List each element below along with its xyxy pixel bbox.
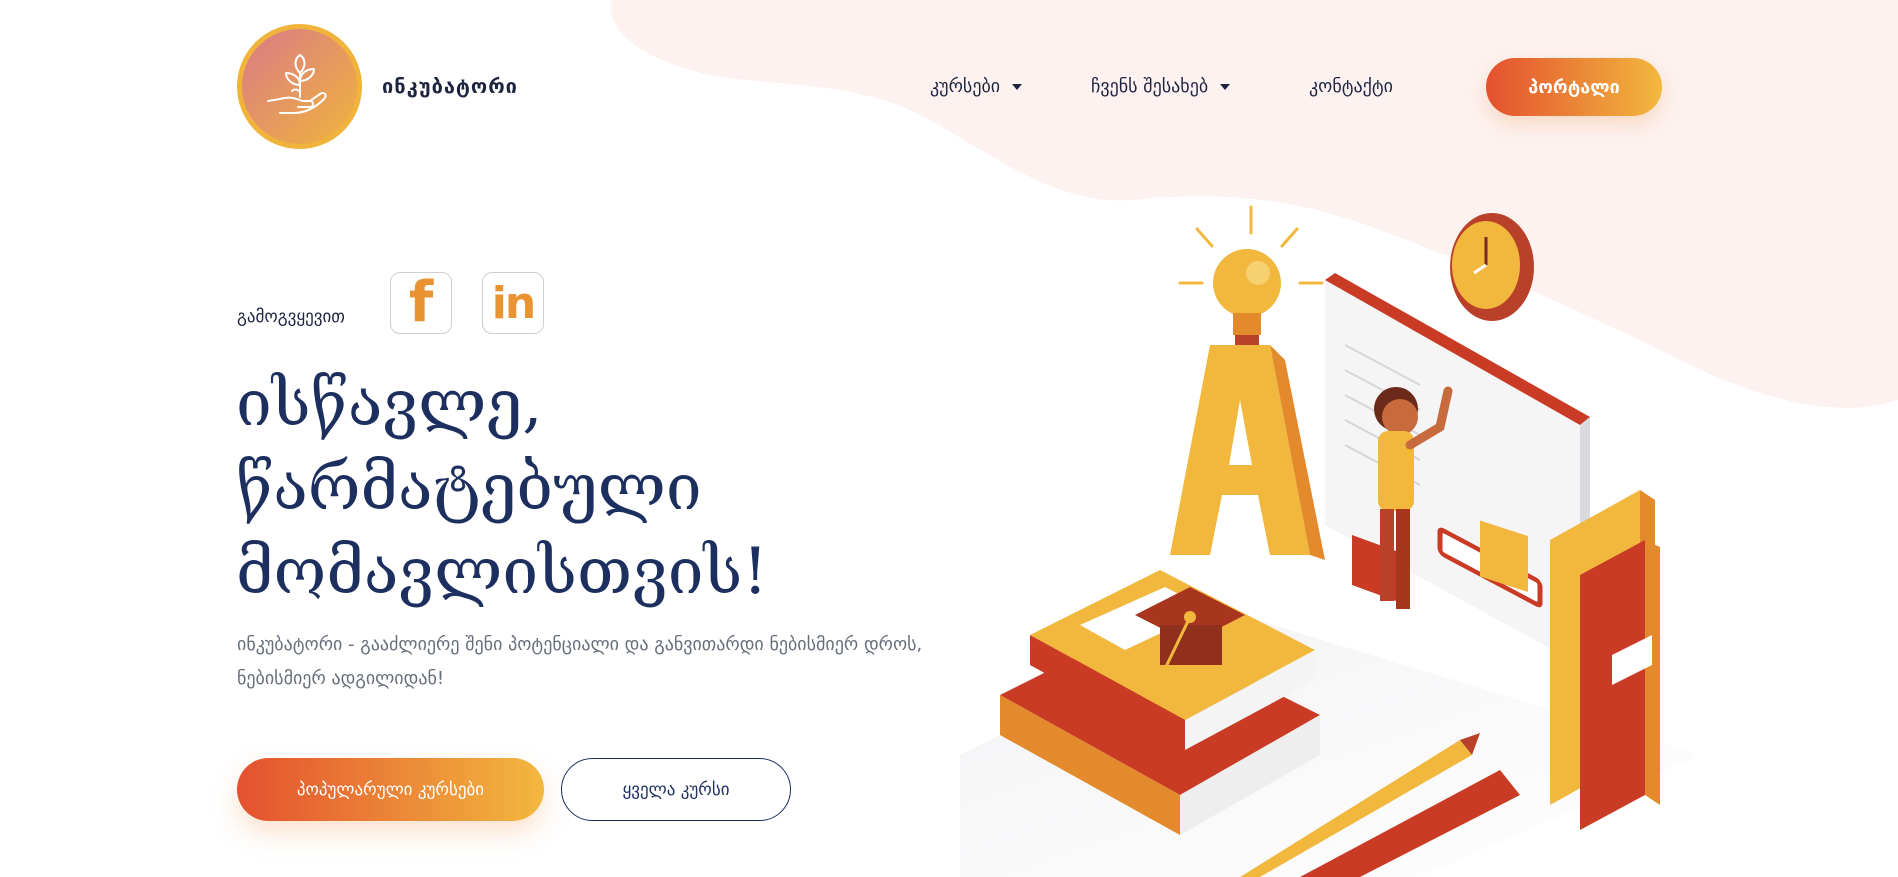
- hero-description: ინკუბატორი - გააძლიერე შენი პოტენციალი დ…: [237, 634, 923, 689]
- brand-name[interactable]: ინკუბატორი: [382, 74, 518, 98]
- popular-courses-button[interactable]: პოპულარული კურსები: [237, 758, 544, 821]
- caret-down-icon: [1012, 83, 1023, 90]
- facebook-icon[interactable]: f: [390, 272, 452, 334]
- caret-down-icon: [1220, 83, 1231, 90]
- nav-about[interactable]: ჩვენს შესახებ: [1091, 76, 1231, 97]
- plant-hand-icon: [266, 53, 327, 114]
- follow-label: გამოგვყევით: [237, 307, 345, 327]
- headline-line-3: მომავლისთვის!: [236, 535, 769, 609]
- headline-line-2: წარმატებული: [236, 451, 702, 525]
- nav-courses[interactable]: კურსები: [930, 76, 1023, 97]
- linkedin-icon[interactable]: in: [482, 272, 544, 334]
- headline-line-1: ისწავლე,: [236, 367, 543, 441]
- education-illustration: [960, 205, 1700, 877]
- all-courses-button[interactable]: ყველა კურსი: [561, 758, 791, 821]
- nav-courses-label: კურსები: [930, 76, 1001, 97]
- brand-logo[interactable]: [237, 24, 362, 149]
- binders: [1550, 490, 1660, 830]
- hero-headline: ისწავლე, წარმატებული მომავლისთვის!: [236, 362, 768, 614]
- nav-contact[interactable]: კონტაქტი: [1309, 76, 1393, 97]
- open-book: [1325, 280, 1580, 665]
- nav-contact-label: კონტაქტი: [1309, 76, 1393, 97]
- nav-about-label: ჩვენს შესახებ: [1091, 76, 1209, 97]
- portal-button[interactable]: პორტალი: [1486, 58, 1662, 116]
- light-bulb: [1213, 249, 1281, 317]
